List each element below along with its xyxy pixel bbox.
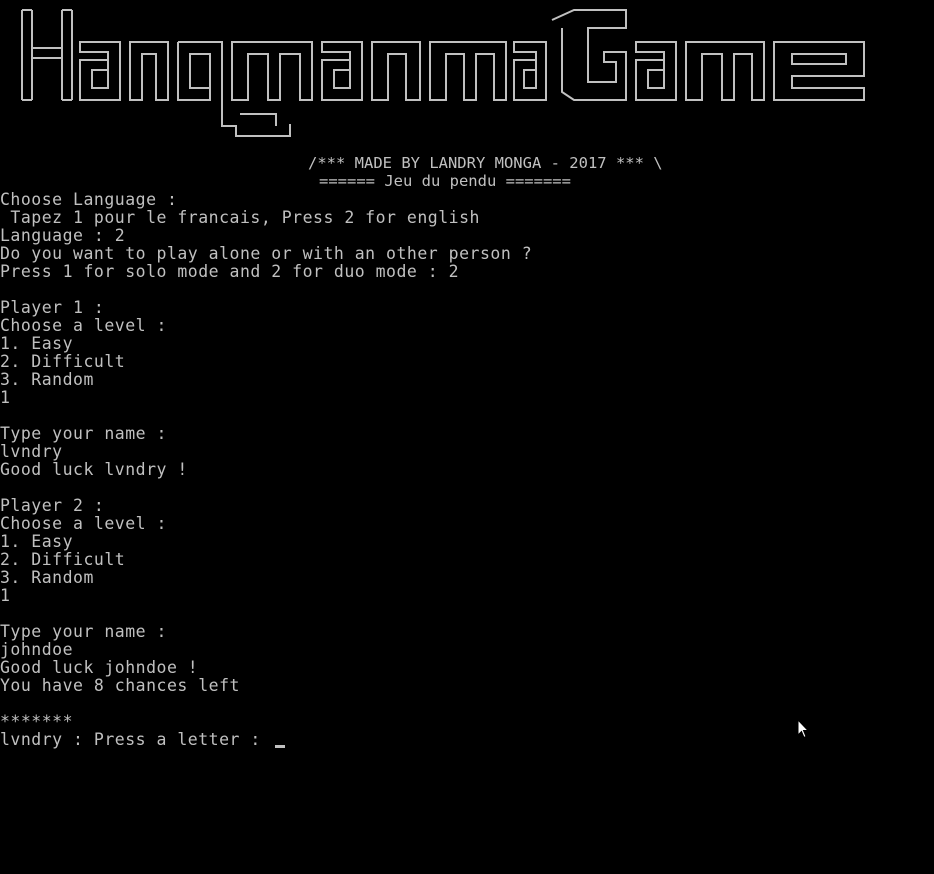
console-line: 2. Difficult — [0, 352, 126, 371]
mouse-pointer-icon — [797, 719, 809, 739]
console-line: Good luck johndoe ! — [0, 658, 199, 677]
console-output: Choose Language : Tapez 1 pour le franca… — [0, 191, 934, 749]
console-line: Type your name : — [0, 622, 167, 641]
credits-subtitle: ====== Jeu du pendu ======= — [319, 172, 571, 190]
console-line: Do you want to play alone or with an oth… — [0, 244, 533, 263]
letter-prompt: lvndry : Press a letter : — [0, 730, 272, 749]
console-line: Player 2 : — [0, 496, 105, 515]
console-window[interactable]: /*** MADE BY LANDRY MONGA - 2017 *** \ =… — [0, 0, 934, 874]
console-line: 1 — [0, 388, 11, 407]
console-line: 3. Random — [0, 370, 94, 389]
letter-prompt-line[interactable]: lvndry : Press a letter : — [0, 731, 934, 749]
console-line: Player 1 : — [0, 298, 105, 317]
console-line: 1. Easy — [0, 334, 74, 353]
console-line: Press 1 for solo mode and 2 for duo mode… — [0, 262, 460, 281]
console-line: Tapez 1 pour le francais, Press 2 for en… — [0, 208, 480, 227]
banner-art — [21, 9, 865, 137]
console-line: lvndry — [0, 442, 63, 461]
console-line: Choose Language : — [0, 190, 178, 209]
console-line: johndoe — [0, 640, 74, 659]
console-line: Type your name : — [0, 424, 167, 443]
console-line: Choose a level : — [0, 514, 167, 533]
console-line: Choose a level : — [0, 316, 167, 335]
credits-author: /*** MADE BY LANDRY MONGA - 2017 *** \ — [308, 154, 663, 172]
text-cursor[interactable] — [275, 745, 286, 748]
console-line: 2. Difficult — [0, 550, 126, 569]
console-line: 1 — [0, 586, 11, 605]
console-line: ******* — [0, 712, 74, 731]
hangman-game-ascii-banner — [0, 0, 934, 150]
console-line: Language : 2 — [0, 226, 126, 245]
console-line: 3. Random — [0, 568, 94, 587]
console-line: You have 8 chances left — [0, 676, 240, 695]
console-line: Good luck lvndry ! — [0, 460, 188, 479]
console-line: 1. Easy — [0, 532, 74, 551]
